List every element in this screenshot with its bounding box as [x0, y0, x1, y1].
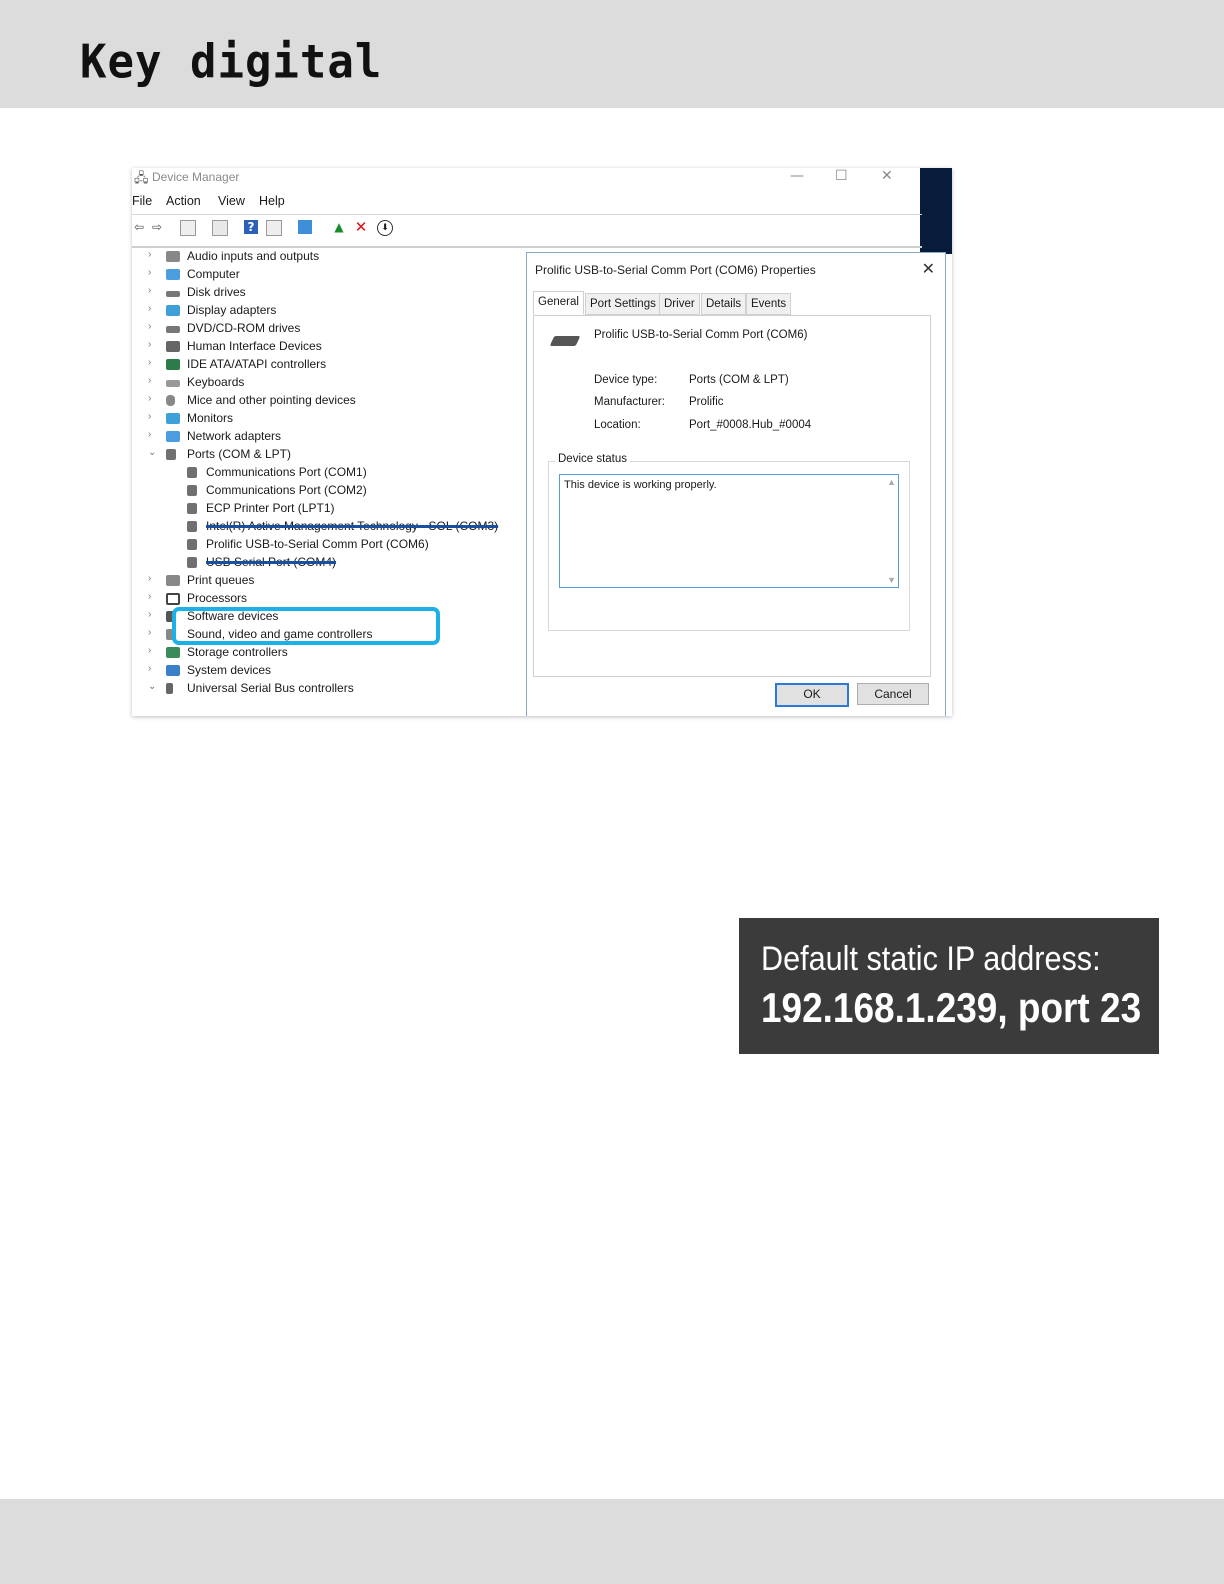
device-status-text: This device is working properly.: [564, 479, 717, 491]
tab-events[interactable]: Events: [746, 293, 792, 315]
port-icon: [187, 539, 197, 550]
chevron-right-icon: ›: [148, 303, 152, 314]
device-type-value: Ports (COM & LPT): [689, 374, 789, 386]
cancel-button[interactable]: Cancel: [857, 683, 929, 705]
chevron-down-icon: ⌄: [148, 681, 157, 692]
chevron-right-icon: ›: [148, 321, 152, 332]
chevron-right-icon: ›: [148, 429, 152, 440]
ide-controller-icon: [166, 359, 180, 370]
processor-icon: [166, 593, 180, 605]
scan-hardware-icon[interactable]: [298, 220, 312, 234]
device-status-textbox[interactable]: This device is working properly. ▲ ▼: [559, 474, 899, 588]
computer-icon: [166, 269, 180, 280]
properties-icon[interactable]: [180, 220, 196, 236]
storage-controller-icon: [166, 647, 180, 658]
chevron-right-icon: ›: [148, 339, 152, 350]
display-adapter-icon: [166, 305, 180, 316]
ip-callout-value: 192.168.1.239, port 23: [761, 984, 1142, 1031]
tab-driver[interactable]: Driver: [659, 293, 700, 315]
menu-action[interactable]: Action: [166, 194, 201, 208]
close-button[interactable]: ✕: [881, 168, 893, 184]
menu-view[interactable]: View: [218, 194, 245, 208]
scroll-up-icon[interactable]: ▲: [887, 477, 896, 487]
dialog-close-icon[interactable]: ✕: [922, 259, 935, 278]
device-status-label: Device status: [555, 453, 631, 465]
desktop-edge: [920, 168, 952, 254]
key-digital-logo: Key digital: [80, 35, 420, 90]
chevron-right-icon: ›: [148, 591, 152, 602]
menu-divider: [132, 214, 922, 215]
scroll-down-icon[interactable]: ▼: [887, 575, 896, 585]
menu-help[interactable]: Help: [259, 194, 285, 208]
ok-button[interactable]: OK: [775, 683, 849, 707]
location-value: Port_#0008.Hub_#0004: [689, 419, 812, 431]
device-status-group: Device status This device is working pro…: [548, 453, 910, 631]
download-icon[interactable]: ⬇: [377, 220, 393, 236]
general-tab-panel: Prolific USB-to-Serial Comm Port (COM6) …: [533, 315, 931, 677]
toolbar: ⇦ ⇨ ? ▲ ✕ ⬇: [132, 218, 922, 238]
chevron-right-icon: ›: [148, 663, 152, 674]
device-manager-icon: 🖧: [134, 171, 149, 186]
com6-highlight: [172, 607, 440, 645]
default-ip-callout: Default static IP address: 192.168.1.239…: [739, 918, 1159, 1054]
chevron-right-icon: ›: [148, 285, 152, 296]
forward-icon[interactable]: ⇨: [150, 220, 164, 234]
device-tree: › Audio inputs and outputs › Computer › Dis…: [148, 249, 499, 695]
speaker-icon: [166, 251, 180, 262]
view-icon[interactable]: [266, 220, 282, 236]
chevron-right-icon: ›: [148, 645, 152, 656]
window-title: Device Manager: [152, 170, 240, 184]
page-header: Key digital: [0, 0, 1224, 108]
chevron-right-icon: ›: [148, 411, 152, 422]
add-driver-icon[interactable]: ▲: [332, 220, 346, 234]
tab-port-settings[interactable]: Port Settings: [585, 293, 661, 315]
dialog-title: Prolific USB-to-Serial Comm Port (COM6) …: [535, 263, 816, 277]
port-icon: [187, 485, 197, 496]
uninstall-icon[interactable]: ✕: [354, 220, 368, 235]
chevron-right-icon: ›: [148, 267, 152, 278]
tab-details[interactable]: Details: [701, 293, 747, 315]
minimize-button[interactable]: —: [790, 168, 804, 184]
chevron-right-icon: ›: [148, 357, 152, 368]
device-manager-titlebar: 🖧 Device Manager — ☐ ✕: [132, 168, 922, 190]
port-icon: [187, 467, 197, 478]
keyboard-icon: [166, 380, 180, 387]
chevron-down-icon: ⌄: [148, 447, 157, 458]
properties-dialog: Prolific USB-to-Serial Comm Port (COM6) …: [526, 252, 946, 716]
chevron-right-icon: ›: [148, 609, 152, 620]
chevron-right-icon: ›: [148, 375, 152, 386]
manufacturer-value: Prolific: [689, 396, 724, 408]
device-name: Prolific USB-to-Serial Comm Port (COM6): [594, 329, 808, 341]
monitor-icon: [166, 413, 180, 424]
back-icon[interactable]: ⇦: [132, 220, 146, 234]
hid-icon: [166, 341, 180, 352]
mouse-icon: [166, 395, 175, 406]
disk-icon: [166, 291, 180, 297]
device-manager-screenshot: 🖧 Device Manager — ☐ ✕ File Action View …: [132, 168, 952, 716]
network-adapter-icon: [166, 431, 180, 442]
dvd-icon: [166, 326, 180, 333]
chevron-right-icon: ›: [148, 573, 152, 584]
port-icon: [166, 449, 176, 460]
system-device-icon: [166, 665, 180, 676]
port-icon: [187, 503, 197, 514]
chevron-right-icon: ›: [148, 393, 152, 404]
update-driver-icon[interactable]: [212, 220, 228, 236]
chevron-right-icon: ›: [148, 249, 152, 260]
logo-text: Key digital: [80, 35, 383, 90]
port-icon: [187, 557, 197, 568]
page-footer: [0, 1499, 1224, 1584]
port-icon: [187, 521, 197, 532]
serial-port-icon: [549, 336, 581, 346]
maximize-button[interactable]: ☐: [835, 168, 848, 184]
help-icon[interactable]: ?: [244, 220, 258, 234]
usb-icon: [166, 683, 173, 694]
chevron-right-icon: ›: [148, 627, 152, 638]
printer-icon: [166, 575, 180, 586]
tab-general[interactable]: General: [533, 291, 584, 315]
menu-file[interactable]: File: [132, 194, 152, 208]
ip-callout-label: Default static IP address:: [761, 940, 1101, 978]
